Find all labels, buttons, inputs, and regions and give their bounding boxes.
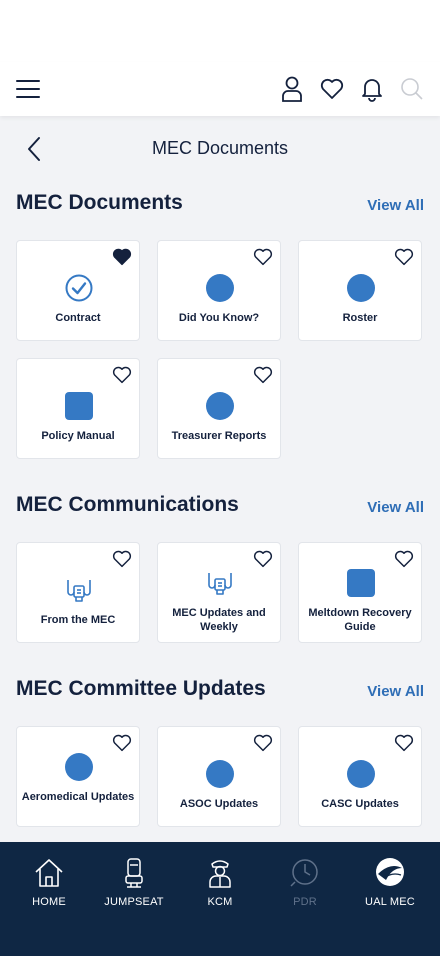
card-label: Aeromedical Updates	[21, 791, 135, 803]
nav-label: JUMPSEAT	[104, 896, 164, 908]
heart-outline-icon[interactable]	[394, 734, 414, 752]
heart-outline-icon[interactable]	[112, 550, 132, 568]
nav-label: UAL MEC	[365, 896, 415, 908]
megaphone-icon	[206, 569, 234, 597]
heart-outline-icon[interactable]	[253, 248, 273, 266]
card-label: Roster	[342, 312, 378, 324]
card-label: Did You Know?	[178, 312, 260, 324]
home-icon	[33, 856, 65, 890]
heart-outline-icon[interactable]	[112, 366, 132, 384]
card-label: ASOC Updates	[179, 798, 259, 810]
bottom-navigation: HOME JUMPSEAT KCM PDR UAL MEC	[0, 842, 440, 956]
circle-icon	[206, 760, 234, 788]
jumpseat-icon	[118, 856, 150, 890]
status-bar-area	[0, 0, 440, 62]
section-title: MEC Documents	[16, 191, 183, 214]
section-header-mec-committee-updates: MEC Committee Updates View All	[16, 677, 424, 707]
card-label: Treasurer Reports	[171, 430, 267, 442]
nav-home[interactable]: HOME	[9, 856, 89, 908]
heart-filled-icon[interactable]	[112, 248, 132, 266]
pilot-icon	[204, 856, 236, 890]
square-icon	[65, 392, 93, 420]
card-asoc-updates[interactable]: ASOC Updates	[157, 726, 281, 827]
card-treasurer-reports[interactable]: Treasurer Reports	[157, 358, 281, 459]
card-label: Contract	[55, 312, 101, 324]
nav-pdr[interactable]: PDR	[265, 856, 345, 908]
card-label: Meltdown Recovery Guide	[308, 607, 412, 633]
card-aeromedical-updates[interactable]: Aeromedical Updates	[16, 726, 140, 827]
menu-icon[interactable]	[16, 78, 40, 100]
circle-icon	[206, 274, 234, 302]
circle-icon	[347, 760, 375, 788]
heart-outline-icon[interactable]	[253, 734, 273, 752]
circle-icon	[347, 274, 375, 302]
card-casc-updates[interactable]: CASC Updates	[298, 726, 422, 827]
nav-label: HOME	[32, 896, 66, 908]
card-label: CASC Updates	[321, 798, 399, 810]
card-meltdown-recovery-guide[interactable]: Meltdown Recovery Guide	[298, 542, 422, 643]
section-title: MEC Communications	[16, 493, 239, 516]
globe-clock-icon	[289, 856, 321, 890]
card-roster[interactable]: Roster	[298, 240, 422, 341]
megaphone-icon	[65, 576, 93, 604]
nav-jumpseat[interactable]: JUMPSEAT	[94, 856, 174, 908]
nav-ual-mec[interactable]: UAL MEC	[350, 856, 430, 908]
check-circle-icon	[65, 274, 93, 302]
heart-outline-icon[interactable]	[253, 366, 273, 384]
nav-kcm[interactable]: KCM	[180, 856, 260, 908]
card-contract[interactable]: Contract	[16, 240, 140, 341]
alpa-logo-icon	[374, 856, 406, 890]
section-header-mec-communications: MEC Communications View All	[16, 493, 424, 523]
top-app-bar	[0, 62, 440, 116]
heart-icon[interactable]	[320, 75, 344, 103]
card-label: Policy Manual	[41, 430, 115, 442]
heart-outline-icon[interactable]	[394, 248, 414, 266]
card-policy-manual[interactable]: Policy Manual	[16, 358, 140, 459]
card-label: MEC Updates and Weekly	[172, 607, 266, 633]
heart-outline-icon[interactable]	[112, 734, 132, 752]
card-did-you-know[interactable]: Did You Know?	[157, 240, 281, 341]
card-from-the-mec[interactable]: From the MEC	[16, 542, 140, 643]
section-title: MEC Committee Updates	[16, 677, 266, 700]
nav-label: KCM	[207, 896, 233, 908]
heart-outline-icon[interactable]	[253, 550, 273, 568]
circle-icon	[206, 392, 234, 420]
view-all-link[interactable]: View All	[367, 683, 424, 700]
view-all-link[interactable]: View All	[367, 499, 424, 516]
view-all-link[interactable]: View All	[367, 197, 424, 214]
search-icon[interactable]	[400, 75, 424, 103]
bell-icon[interactable]	[360, 75, 384, 103]
square-icon	[347, 569, 375, 597]
page-title-bar: MEC Documents	[0, 124, 440, 174]
nav-label: PDR	[293, 896, 317, 908]
card-label: From the MEC	[40, 614, 116, 626]
section-header-mec-documents: MEC Documents View All	[16, 191, 424, 221]
page-title: MEC Documents	[151, 138, 289, 158]
card-mec-updates-weekly[interactable]: MEC Updates and Weekly	[157, 542, 281, 643]
circle-icon	[65, 753, 93, 781]
profile-icon[interactable]	[280, 75, 304, 103]
heart-outline-icon[interactable]	[394, 550, 414, 568]
